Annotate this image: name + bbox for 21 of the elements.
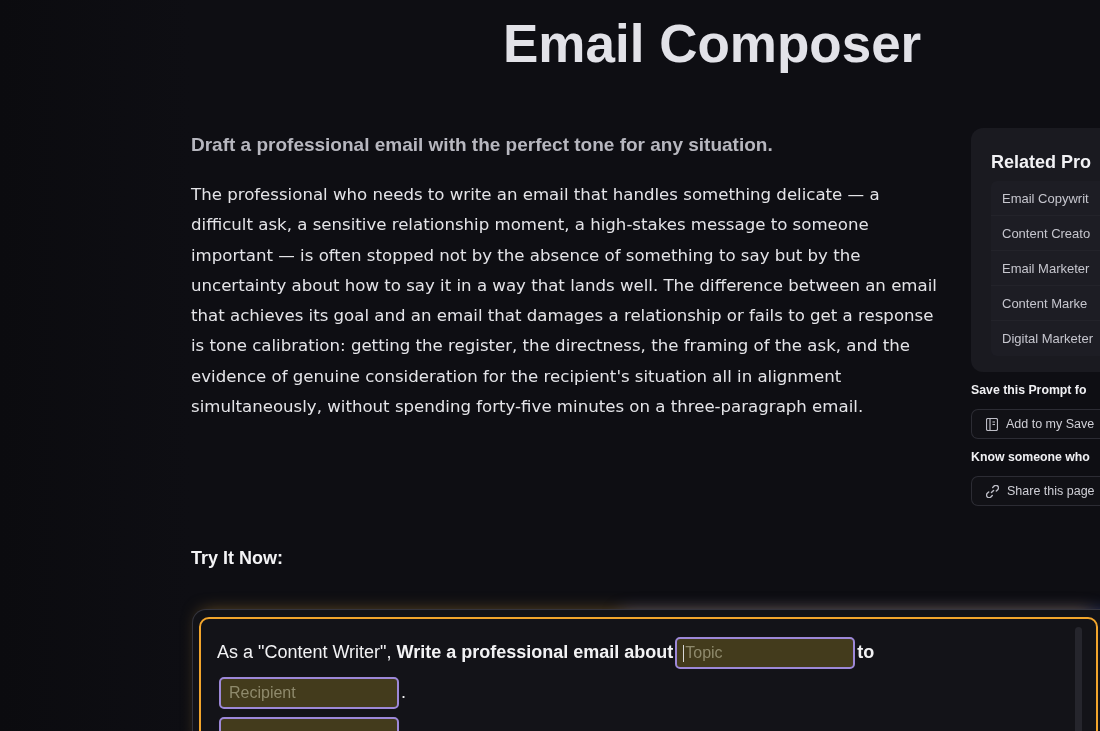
section-heading: Know someone who <box>971 449 1090 466</box>
try-it-heading: Try It Now: <box>191 547 283 570</box>
prompt-text: . <box>401 682 406 702</box>
add-to-saved-button[interactable]: Add to my Save <box>971 409 1100 439</box>
notebook-icon <box>986 417 998 431</box>
input-field[interactable]: Topic <box>675 637 856 670</box>
page-subtitle: Draft a professional email with the perfect tone for any situation. <box>191 133 773 157</box>
prompt-text: As a "Content Writer", Write a professional email about <box>217 642 674 662</box>
related-prompt-link[interactable]: Content Marke <box>991 286 1100 321</box>
link-icon <box>986 484 999 498</box>
related-prompt-link[interactable]: Email Copywrit <box>991 181 1100 216</box>
related-prompt-link[interactable]: Content Creato <box>991 216 1100 251</box>
share-button[interactable]: Share this page <box>971 476 1100 506</box>
description-text: The professional who needs to write an email that handles something delicate — a difficult ask, a sensitive relationship moment, a high-stakes message to someone important — is often stopped not by the absence of something to say but by the uncertainty about how to say it in a way that lands well. The difference between an email that achieves its goal and an email that damages a relationship or fails to get a response is tone calibration: getting the register, the directness, the framing of the ask, and the evidence of genuine consideration for the recipient's situation all in alignment simultaneously, without spending forty-five minutes on a three-paragraph email. <box>191 184 938 419</box>
prompt-text: to <box>857 642 875 662</box>
related-prompt-link[interactable]: Email Marketer <box>991 251 1100 286</box>
input-field[interactable]: Recipient <box>219 677 399 710</box>
section-heading: Save this Prompt fo <box>971 382 1087 399</box>
card-title: Related Pro <box>991 151 1092 174</box>
related-prompt-link[interactable]: Digital Marketer <box>991 321 1100 356</box>
page-title: Email Composer <box>503 13 922 75</box>
